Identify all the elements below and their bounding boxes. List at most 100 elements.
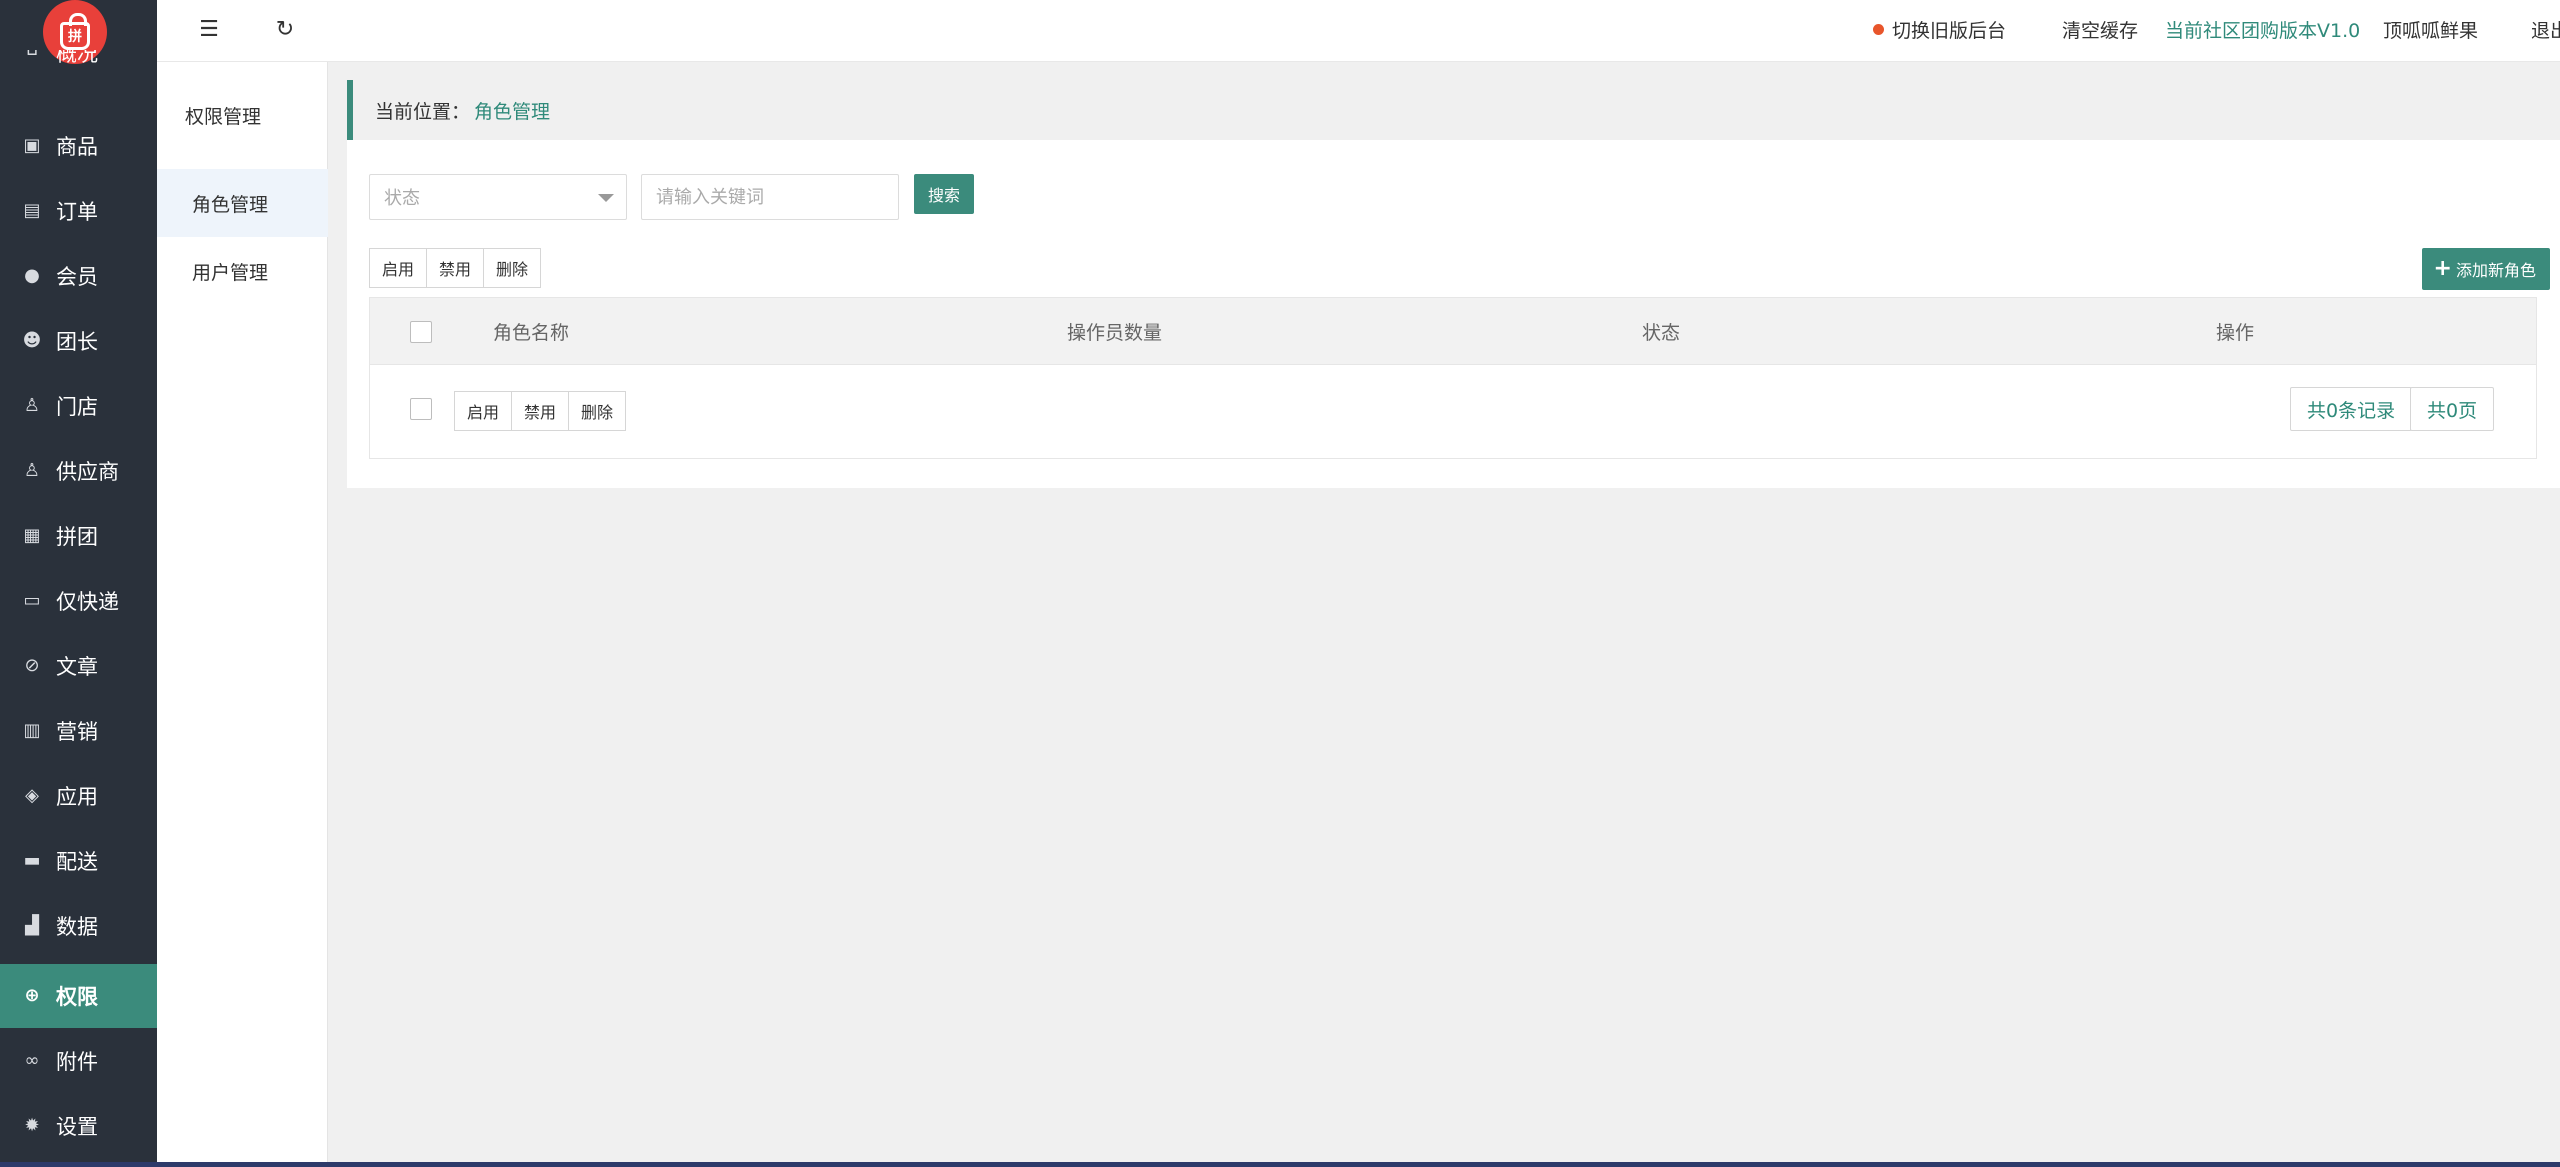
subnav-item-user-management[interactable]: 用户管理 <box>157 237 328 305</box>
content-panel: 状态 搜索 启用 禁用 删除 + 添加新角色 角色名称 操作员数量 状态 操作 … <box>347 140 2560 488</box>
sidebar-item-supplier[interactable]: ♙ 供应商 <box>0 439 157 503</box>
sidebar-item-apps[interactable]: ◈ 应用 <box>0 764 157 828</box>
chart-icon: ▟ <box>25 915 39 936</box>
sidebar-item-order[interactable]: ▤ 订单 <box>0 179 157 243</box>
member-icon: ● <box>24 265 40 286</box>
collapse-menu-icon[interactable]: ☰ <box>197 18 221 42</box>
group-buy-icon: ▦ <box>23 525 41 546</box>
sidebar-item-label: 设置 <box>56 1115 98 1139</box>
select-all-footer-checkbox[interactable] <box>410 398 432 420</box>
sidebar-item-label: 仅快递 <box>56 590 119 614</box>
sidebar-item-label: 应用 <box>56 785 98 809</box>
sidebar-item-attachment[interactable]: ∞ 附件 <box>0 1029 157 1093</box>
keyword-input[interactable] <box>641 174 899 220</box>
status-select[interactable]: 状态 <box>369 174 627 220</box>
sidebar-item-label: 附件 <box>56 1050 98 1074</box>
secondary-sidebar: 权限管理 角色管理 用户管理 <box>157 62 328 1162</box>
breadcrumb-current[interactable]: 角色管理 <box>474 97 550 124</box>
box-icon: ◈ <box>25 785 39 806</box>
chevron-down-icon <box>598 194 614 202</box>
breadcrumb: 当前位置： 角色管理 <box>347 80 2560 140</box>
sidebar-item-label: 文章 <box>56 655 98 679</box>
sidebar-item-express[interactable]: ▭ 仅快递 <box>0 569 157 633</box>
sidebar-item-label: 供应商 <box>56 460 119 484</box>
sidebar-item-label: 数据 <box>56 915 98 939</box>
leader-icon: ☻ <box>22 330 42 351</box>
link-icon: ∞ <box>24 1050 40 1071</box>
sidebar-item-delivery[interactable]: ▬ 配送 <box>0 829 157 893</box>
home-icon: ⌂ <box>22 50 42 60</box>
status-select-placeholder: 状态 <box>384 188 420 209</box>
sidebar-item-settings[interactable]: ✹ 设置 <box>0 1094 157 1158</box>
column-header-status[interactable]: 状态 <box>1642 318 1680 345</box>
select-all-checkbox[interactable] <box>410 321 432 343</box>
bulk-actions-bottom: 启用 禁用 删除 <box>454 391 627 431</box>
subnav-item-label: 角色管理 <box>192 193 269 216</box>
sidebar-item-store[interactable]: ♙ 门店 <box>0 374 157 438</box>
truck-icon: ▬ <box>23 850 41 871</box>
gift-icon: ▥ <box>23 720 41 741</box>
switch-old-backend-link[interactable]: 切换旧版后台 <box>1892 16 2006 43</box>
table-footer: 启用 禁用 删除 共0条记录 共0页 <box>369 365 2537 459</box>
total-pages: 共0页 <box>2410 387 2495 431</box>
subnav-heading: 权限管理 <box>185 106 262 128</box>
sidebar-item-label: 权限 <box>56 985 98 1009</box>
sidebar-item-label: 订单 <box>56 200 98 224</box>
search-button[interactable]: 搜索 <box>914 174 974 214</box>
order-icon: ▤ <box>23 200 41 221</box>
product-icon: ▣ <box>23 135 41 156</box>
total-records: 共0条记录 <box>2290 387 2413 431</box>
plus-icon: + <box>2433 256 2452 281</box>
clear-cache-link[interactable]: 清空缓存 <box>2062 16 2138 43</box>
logo-char: 拼 <box>68 29 82 45</box>
sidebar-item-label: 门店 <box>56 395 98 419</box>
column-header-operator-count[interactable]: 操作员数量 <box>1067 318 1162 345</box>
supplier-icon: ♙ <box>23 460 41 481</box>
add-role-button[interactable]: + 添加新角色 <box>2421 248 2550 290</box>
sidebar-item-label: 团长 <box>56 330 98 354</box>
disable-button[interactable]: 禁用 <box>511 391 570 431</box>
article-icon: ⊘ <box>24 655 40 676</box>
sidebar-item-data[interactable]: ▟ 数据 <box>0 894 157 958</box>
window-bottom-edge <box>0 1162 2560 1167</box>
enable-button[interactable]: 启用 <box>454 391 513 431</box>
main-sidebar: 拼 ⌂概况 ▣商品 ▤订单 ●会员 ☻团长 ♙门店 ♙供应商 ▦拼团 ▭仅快递 … <box>0 0 157 1162</box>
roles-table: 角色名称 操作员数量 状态 操作 启用 禁用 删除 共0条记录 共0页 <box>369 297 2537 601</box>
breadcrumb-prefix: 当前位置： <box>375 100 471 123</box>
sidebar-item-member[interactable]: ● 会员 <box>0 244 157 308</box>
sidebar-item-label: 营销 <box>56 720 98 744</box>
column-header-actions: 操作 <box>2216 322 2255 344</box>
subnav-item-label: 用户管理 <box>192 261 269 284</box>
refresh-icon[interactable]: ↻ <box>273 18 297 42</box>
sidebar-item-label: 配送 <box>56 850 98 874</box>
sidebar-item-marketing[interactable]: ▥ 营销 <box>0 699 157 763</box>
sidebar-item-article[interactable]: ⊘ 文章 <box>0 634 157 698</box>
sidebar-item-group-buy[interactable]: ▦ 拼团 <box>0 504 157 568</box>
sidebar-item-overview[interactable]: ⌂ 概况 <box>0 50 157 82</box>
top-header: ☰ ↻ 切换旧版后台 清空缓存 当前社区团购版本V1.0 顶呱呱鲜果 退出 <box>157 0 2560 62</box>
lock-icon: ⊕ <box>24 985 40 1006</box>
sidebar-item-label: 拼团 <box>56 525 98 549</box>
delete-button[interactable]: 删除 <box>483 248 542 288</box>
sidebar-item-product[interactable]: ▣ 商品 <box>0 114 157 178</box>
add-role-label: 添加新角色 <box>2455 261 2536 280</box>
shop-name-link[interactable]: 顶呱呱鲜果 <box>2383 16 2478 43</box>
bulk-actions-top: 启用 禁用 删除 <box>369 248 542 288</box>
gear-icon: ✹ <box>24 1115 40 1136</box>
sidebar-item-permission[interactable]: ⊕ 权限 <box>0 964 157 1028</box>
sidebar-item-label: 商品 <box>56 135 98 159</box>
delete-button[interactable]: 删除 <box>568 391 627 431</box>
sidebar-item-label: 概况 <box>56 50 98 66</box>
logout-link[interactable]: 退出 <box>2531 16 2560 43</box>
status-dot <box>1873 24 1884 35</box>
sidebar-item-label: 会员 <box>56 265 98 289</box>
express-icon: ▭ <box>23 590 41 611</box>
column-header-role-name[interactable]: 角色名称 <box>493 318 569 345</box>
disable-button[interactable]: 禁用 <box>426 248 485 288</box>
subnav-item-role-management[interactable]: 角色管理 <box>157 169 328 237</box>
enable-button[interactable]: 启用 <box>369 248 428 288</box>
shopping-bag-icon: 拼 <box>60 13 90 50</box>
sidebar-item-leader[interactable]: ☻ 团长 <box>0 309 157 373</box>
table-header: 角色名称 操作员数量 状态 操作 <box>369 297 2537 365</box>
version-link[interactable]: 当前社区团购版本V1.0 <box>2165 16 2360 43</box>
